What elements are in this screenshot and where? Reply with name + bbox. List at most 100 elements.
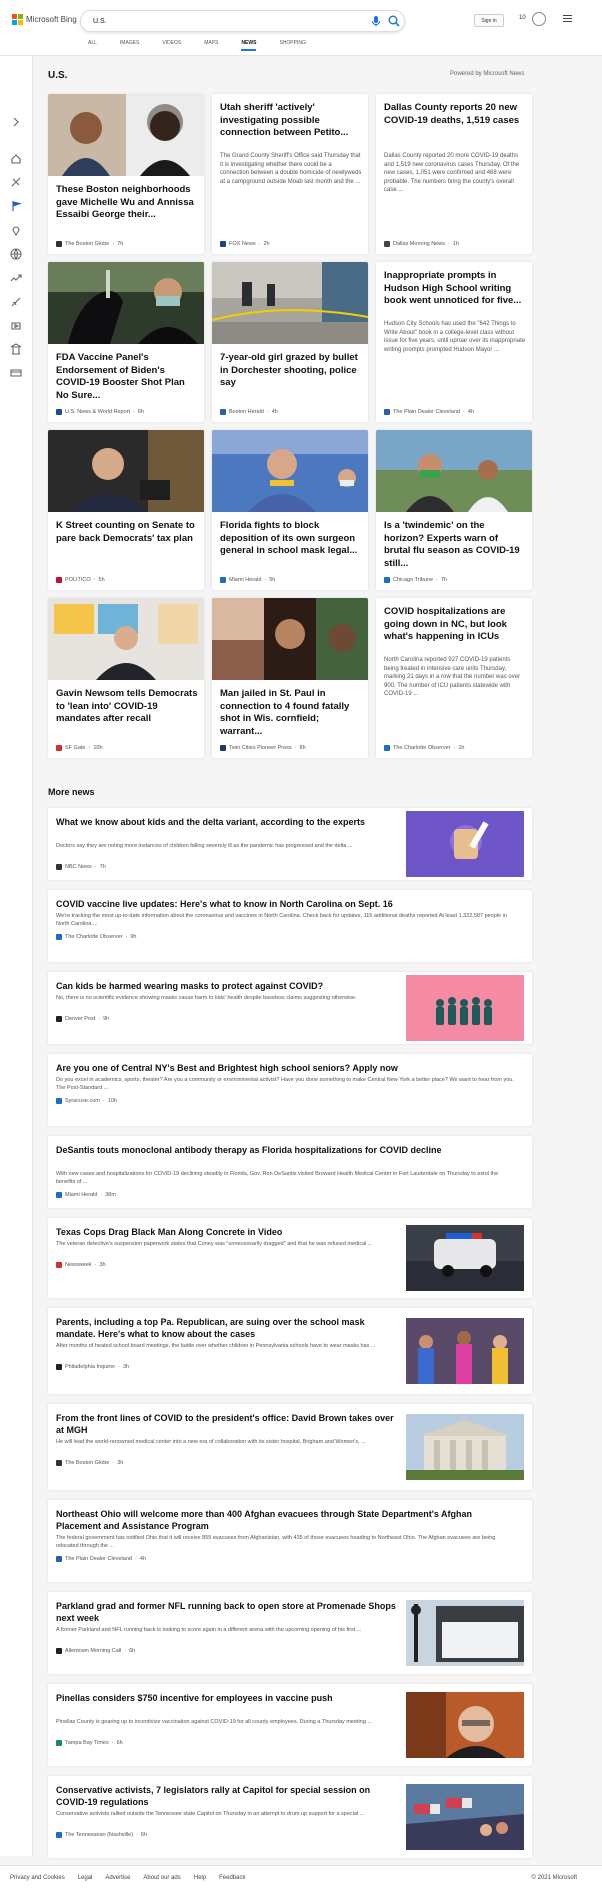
more-news-thumbnail[interactable]: [406, 1414, 524, 1480]
entertainment-icon[interactable]: [10, 320, 22, 332]
rewards-medal-icon[interactable]: [532, 12, 546, 26]
footer-link[interactable]: About our ads: [143, 1875, 180, 1881]
news-card-image[interactable]: [212, 598, 368, 680]
more-news-thumbnail[interactable]: [406, 1600, 524, 1666]
news-card-image[interactable]: [48, 94, 204, 176]
news-card-image[interactable]: [212, 430, 368, 512]
trending-icon[interactable]: [10, 272, 22, 284]
menu-icon[interactable]: [563, 15, 572, 22]
more-news-headline[interactable]: Are you one of Central NY's Best and Bri…: [56, 1062, 518, 1074]
source-name: The Tennessean (Nashville): [65, 1832, 134, 1838]
news-card-headline[interactable]: COVID hospitalizations are going down in…: [384, 606, 526, 644]
more-news-thumbnail[interactable]: [406, 811, 524, 877]
tab-all[interactable]: ALL: [88, 40, 97, 51]
more-news-headline[interactable]: Conservative activists, 7 legislators ra…: [56, 1784, 400, 1808]
home-icon[interactable]: [10, 153, 22, 165]
tab-images[interactable]: IMAGES: [120, 40, 139, 51]
news-card[interactable]: These Boston neighborhoods gave Michelle…: [48, 94, 204, 254]
news-card-headline[interactable]: These Boston neighborhoods gave Michelle…: [56, 184, 198, 222]
news-card-headline[interactable]: Inappropriate prompts in Hudson High Sch…: [384, 270, 526, 308]
more-news-headline[interactable]: Can kids be harmed wearing masks to prot…: [56, 980, 400, 992]
tab-shopping[interactable]: SHOPPING: [279, 40, 305, 51]
more-news-item[interactable]: DeSantis touts monoclonal antibody thera…: [48, 1136, 532, 1208]
search-input[interactable]: [93, 14, 343, 29]
news-card-headline[interactable]: 7-year-old girl grazed by bullet in Dorc…: [220, 352, 362, 390]
more-news-item[interactable]: COVID vaccine live updates: Here's what …: [48, 890, 532, 962]
more-news-item[interactable]: Are you one of Central NY's Best and Bri…: [48, 1054, 532, 1126]
more-news-item[interactable]: What we know about kids and the delta va…: [48, 808, 532, 880]
more-news-headline[interactable]: From the front lines of COVID to the pre…: [56, 1412, 400, 1436]
search-icon[interactable]: [387, 14, 401, 28]
footer-link[interactable]: Legal: [78, 1875, 93, 1881]
sports-icon[interactable]: [10, 176, 22, 188]
news-card[interactable]: 7-year-old girl grazed by bullet in Dorc…: [212, 262, 368, 422]
news-card[interactable]: FDA Vaccine Panel's Endorsement of Biden…: [48, 262, 204, 422]
footer-link[interactable]: Help: [194, 1875, 206, 1881]
expand-icon[interactable]: [10, 116, 22, 128]
news-card[interactable]: K Street counting on Senate to pare back…: [48, 430, 204, 590]
more-news-headline[interactable]: Texas Cops Drag Black Man Along Concrete…: [56, 1226, 400, 1238]
more-news-thumbnail[interactable]: [406, 975, 524, 1041]
news-card-headline[interactable]: Is a 'twindemic' on the horizon? Experts…: [384, 520, 526, 570]
news-card-headline[interactable]: FDA Vaccine Panel's Endorsement of Biden…: [56, 352, 198, 402]
news-card-image[interactable]: [48, 430, 204, 512]
more-news-item[interactable]: Conservative activists, 7 legislators ra…: [48, 1776, 532, 1858]
news-card[interactable]: Florida fights to block deposition of it…: [212, 430, 368, 590]
news-card[interactable]: COVID hospitalizations are going down in…: [376, 598, 532, 758]
news-card[interactable]: Man jailed in St. Paul in connection to …: [212, 598, 368, 758]
tab-news[interactable]: NEWS: [241, 40, 257, 51]
footer-link[interactable]: Feedback: [219, 1875, 245, 1881]
tab-maps[interactable]: MAPS: [204, 40, 218, 51]
more-news-headline[interactable]: What we know about kids and the delta va…: [56, 816, 400, 828]
more-news-headline[interactable]: Pinellas considers $750 incentive for em…: [56, 1692, 400, 1704]
search-box[interactable]: [80, 10, 405, 32]
source-name: Philadelphia Inquirer: [65, 1364, 116, 1370]
news-card[interactable]: Is a 'twindemic' on the horizon? Experts…: [376, 430, 532, 590]
news-card-image[interactable]: [48, 262, 204, 344]
news-card-headline[interactable]: Utah sheriff 'actively' investigating po…: [220, 102, 362, 140]
more-news-headline[interactable]: COVID vaccine live updates: Here's what …: [56, 898, 518, 910]
more-news-thumbnail[interactable]: [406, 1784, 524, 1850]
location-pin-icon[interactable]: [10, 224, 22, 236]
news-card[interactable]: Dallas County reports 20 new COVID-19 de…: [376, 94, 532, 254]
news-card-headline[interactable]: Florida fights to block deposition of it…: [220, 520, 362, 558]
footer-link[interactable]: Privacy and Cookies: [10, 1875, 65, 1881]
news-card-source: Miami Herald · 5h: [220, 577, 275, 583]
more-news-item[interactable]: Parents, including a top Pa. Republican,…: [48, 1308, 532, 1394]
globe-icon[interactable]: [10, 248, 22, 260]
money-icon[interactable]: [10, 367, 22, 379]
more-news-thumbnail[interactable]: [406, 1692, 524, 1758]
building-icon[interactable]: [10, 343, 22, 355]
more-news-item[interactable]: From the front lines of COVID to the pre…: [48, 1404, 532, 1490]
news-card-image[interactable]: [212, 262, 368, 344]
news-card-headline[interactable]: Gavin Newsom tells Democrats to 'lean in…: [56, 688, 198, 726]
news-card[interactable]: Inappropriate prompts in Hudson High Sch…: [376, 262, 532, 422]
footer-link[interactable]: Advertise: [105, 1875, 130, 1881]
news-card[interactable]: Gavin Newsom tells Democrats to 'lean in…: [48, 598, 204, 758]
more-news-headline[interactable]: DeSantis touts monoclonal antibody thera…: [56, 1144, 518, 1156]
more-news-item[interactable]: Texas Cops Drag Black Man Along Concrete…: [48, 1218, 532, 1298]
more-news-thumbnail[interactable]: [406, 1225, 524, 1291]
more-news-item[interactable]: Parkland grad and former NFL running bac…: [48, 1592, 532, 1674]
more-news-headline[interactable]: Northeast Ohio will welcome more than 40…: [56, 1508, 518, 1532]
news-card[interactable]: Utah sheriff 'actively' investigating po…: [212, 94, 368, 254]
more-news-headline[interactable]: Parkland grad and former NFL running bac…: [56, 1600, 400, 1624]
tab-videos[interactable]: VIDEOS: [162, 40, 181, 51]
news-card-headline[interactable]: K Street counting on Senate to pare back…: [56, 520, 198, 545]
more-news-thumbnail[interactable]: [406, 1318, 524, 1384]
news-card-image[interactable]: [48, 598, 204, 680]
more-news-item[interactable]: Northeast Ohio will welcome more than 40…: [48, 1500, 532, 1582]
rocket-icon[interactable]: [10, 296, 22, 308]
flag-icon[interactable]: [10, 200, 22, 212]
more-news-headline[interactable]: Parents, including a top Pa. Republican,…: [56, 1316, 400, 1340]
rewards-points[interactable]: 10: [519, 15, 526, 21]
more-news-item[interactable]: Pinellas considers $750 incentive for em…: [48, 1684, 532, 1766]
news-card-headline[interactable]: Dallas County reports 20 new COVID-19 de…: [384, 102, 526, 127]
sign-in-button[interactable]: Sign in: [474, 14, 504, 27]
microphone-icon[interactable]: [369, 14, 383, 28]
news-card-image[interactable]: [376, 430, 532, 512]
more-news-item[interactable]: Can kids be harmed wearing masks to prot…: [48, 972, 532, 1044]
bing-logo[interactable]: Microsoft Bing: [12, 14, 77, 25]
news-card-headline[interactable]: Man jailed in St. Paul in connection to …: [220, 688, 362, 738]
source-name: The Charlotte Observer: [393, 745, 451, 751]
